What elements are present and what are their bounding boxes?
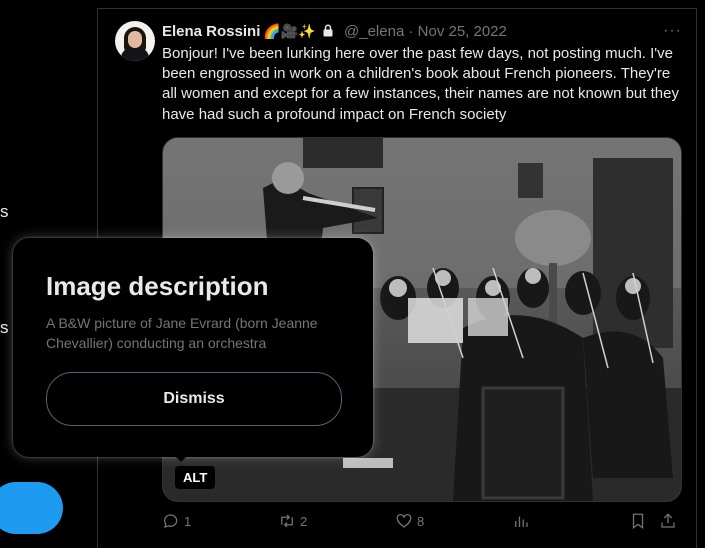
like-button[interactable]: 8 (395, 512, 424, 530)
tweet-header: Elena Rossini 🌈🎥✨ @_elena · Nov 25, 2022 (162, 23, 507, 41)
alt-badge[interactable]: ALT (175, 466, 216, 489)
author-emojis: 🌈🎥✨ (263, 23, 316, 39)
popup-description: A B&W picture of Jane Evrard (born Jeann… (46, 315, 318, 351)
lock-icon (322, 24, 334, 41)
tweet-text: Bonjour! I've been lurking here over the… (162, 45, 679, 123)
share-button[interactable] (659, 512, 677, 530)
popup-caret (173, 454, 189, 462)
views-icon (515, 516, 528, 527)
share-icon (661, 513, 675, 528)
views-button[interactable] (512, 512, 530, 530)
bookmark-button[interactable] (629, 512, 647, 530)
more-icon[interactable]: ··· (663, 22, 682, 40)
sidebar-item-fragment[interactable]: s (0, 202, 9, 222)
repost-count: 2 (300, 513, 308, 529)
image-description-popup: Image description A B&W picture of Jane … (13, 238, 373, 457)
popup-title: Image description (46, 271, 269, 301)
reply-icon (163, 514, 178, 528)
like-count: 8 (417, 513, 425, 529)
dismiss-button[interactable]: Dismiss (46, 372, 342, 426)
repost-button[interactable]: 2 (278, 512, 307, 530)
bookmark-icon (632, 513, 644, 530)
reply-button[interactable]: 1 (162, 512, 191, 530)
like-icon (396, 513, 412, 528)
separator-dot: · (408, 23, 414, 40)
reply-count: 1 (184, 513, 192, 529)
author-name[interactable]: Elena Rossini (162, 23, 260, 40)
post-button[interactable] (0, 482, 63, 534)
repost-icon (281, 514, 293, 528)
avatar[interactable] (115, 21, 155, 61)
author-handle[interactable]: @_elena (344, 23, 404, 40)
tweet-actions: 1 2 8 (162, 512, 687, 534)
tweet-date[interactable]: Nov 25, 2022 (418, 23, 507, 40)
sidebar-item-fragment[interactable]: s (0, 318, 9, 338)
